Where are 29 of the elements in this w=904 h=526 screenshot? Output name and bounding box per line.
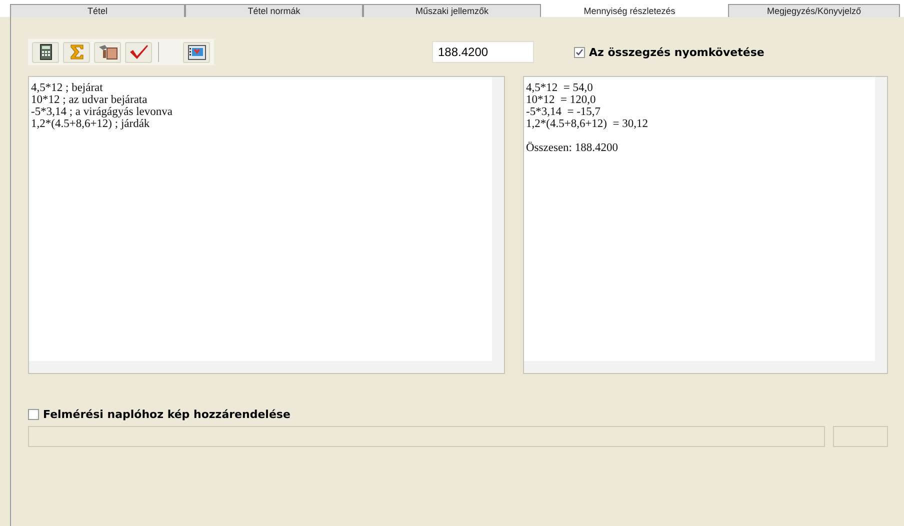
checkbox-label: Felmérési naplóhoz kép hozzárendelése bbox=[43, 408, 290, 421]
browse-field[interactable] bbox=[833, 426, 888, 447]
vertical-scrollbar[interactable] bbox=[875, 77, 887, 361]
tab[interactable]: Műszaki jellemzők bbox=[363, 4, 541, 17]
total-field[interactable]: 188.4200 bbox=[432, 41, 534, 63]
checkbox[interactable] bbox=[574, 46, 585, 58]
tools-icon[interactable] bbox=[94, 42, 121, 62]
total-line: Összesen: 188.4200 bbox=[526, 142, 619, 154]
result-line: 4,5*12 = 54,0 bbox=[526, 82, 594, 94]
checkbox[interactable] bbox=[28, 409, 39, 420]
formula-line: -5*3,14 ; a virágágyás levonva bbox=[31, 106, 174, 118]
formula-line: 10*12 ; az udvar bejárata bbox=[31, 94, 148, 106]
result-line: -5*3,14 = -15,7 bbox=[526, 106, 602, 118]
checkbox-label: Az összegzés nyomkövetése bbox=[589, 46, 764, 58]
tab[interactable]: Megjegyzés/Könyvjelző bbox=[728, 4, 900, 17]
image-path-field[interactable] bbox=[28, 426, 825, 447]
formula-line: 4,5*12 ; bejárat bbox=[31, 82, 104, 94]
result-line: 1,2*(4.5+8,6+12) = 30,12 bbox=[526, 118, 649, 130]
calculator-icon[interactable] bbox=[32, 42, 59, 62]
horizontal-scrollbar[interactable] bbox=[29, 361, 504, 373]
tab[interactable]: Tétel bbox=[10, 4, 185, 17]
result-line: 10*12 = 120,0 bbox=[526, 94, 597, 106]
image-icon[interactable] bbox=[183, 42, 210, 62]
checkmark-icon[interactable] bbox=[125, 42, 152, 62]
tab[interactable]: Tétel normák bbox=[185, 4, 363, 17]
vertical-scrollbar[interactable] bbox=[492, 77, 504, 361]
horizontal-scrollbar[interactable] bbox=[524, 361, 887, 373]
formula-text-area[interactable]: 4,5*12 ; bejárat 10*12 ; az udvar bejárata -5*3,14 ; a virágágyás levonva 1,2*(4.5+8,6+12) ; járdák bbox=[28, 76, 505, 374]
formula-line: 1,2*(4.5+8,6+12) ; járdák bbox=[31, 118, 151, 130]
